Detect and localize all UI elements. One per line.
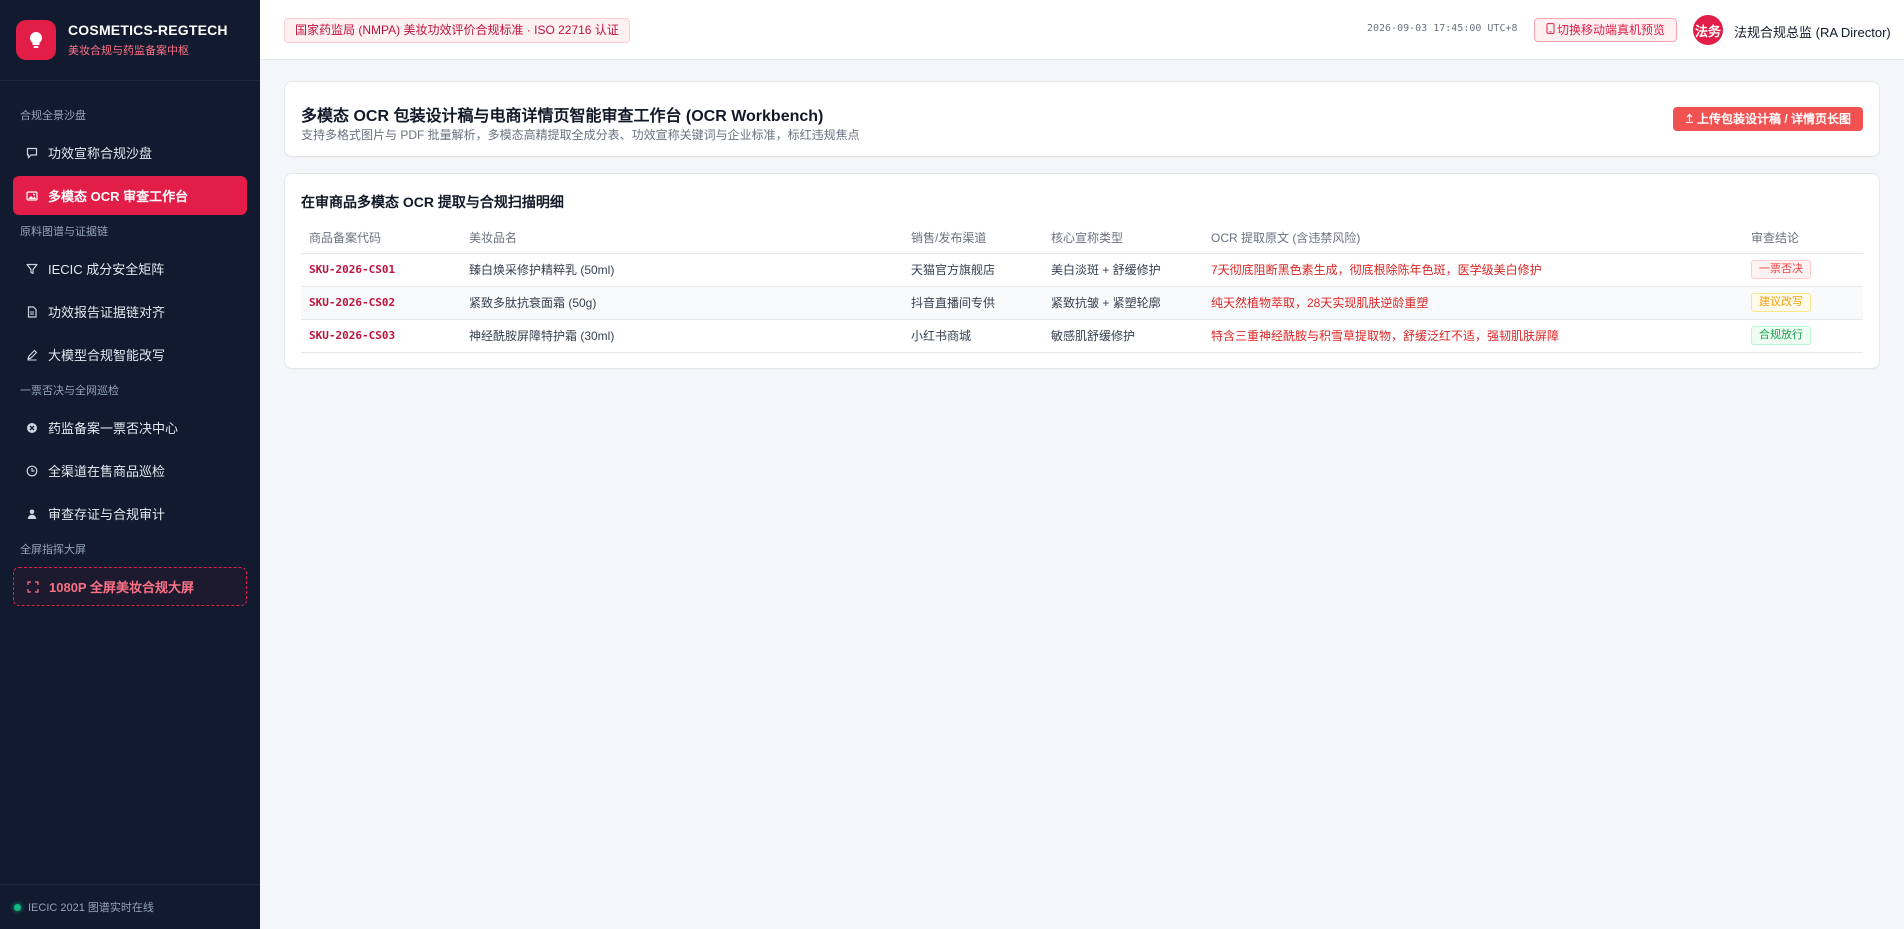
column-header-claim[interactable]: 核心宣称类型 <box>1043 223 1203 254</box>
sidebar-item-label: 大模型合规智能改写 <box>48 348 166 363</box>
clock: 2026-09-03 17:45:00 UTC+8 <box>1367 23 1518 34</box>
product-name: 紧致多肽抗衰面霜 (50g) <box>461 286 903 320</box>
avatar[interactable]: 法务 <box>1693 15 1723 45</box>
nav-section-title: 全屏指挥大屏 <box>20 544 86 556</box>
sidebar-item-label: IECIC 成分安全矩阵 <box>48 262 165 277</box>
scan-table: 商品备案代码 美妆品名 销售/发布渠道 核心宣称类型 OCR 提取原文 (含违禁… <box>301 223 1863 353</box>
chat-icon <box>25 146 39 160</box>
sales-channel: 抖音直播间专供 <box>903 286 1043 320</box>
table-row[interactable]: SKU-2026-CS01 臻白焕采修护精粹乳 (50ml) 天猫官方旗舰店 美… <box>301 253 1863 287</box>
column-header-channel[interactable]: 销售/发布渠道 <box>903 223 1043 254</box>
fullscreen-icon <box>26 580 40 594</box>
ocr-text: 特含三重神经酰胺与积雪草提取物，舒缓泛红不适，强韧肌肤屏障 <box>1203 319 1743 353</box>
verdict-badge: 建议改写 <box>1751 293 1811 312</box>
ocr-text: 7天彻底阻断黑色素生成，彻底根除陈年色斑，医学级美白修护 <box>1203 253 1743 287</box>
page-description: 支持多格式图片与 PDF 批量解析，多模态高精提取全成分表、功效宣称关键词与企业… <box>301 128 860 142</box>
status-footer: IECIC 2021 图谱实时在线 <box>0 884 260 929</box>
claim-type: 敏感肌舒缓修护 <box>1043 319 1203 353</box>
nav-section-title: 一票否决与全网巡检 <box>20 385 119 397</box>
filter-icon <box>25 262 39 276</box>
sku-code[interactable]: SKU-2026-CS02 <box>301 286 461 320</box>
sidebar-item-label: 1080P 全屏美妆合规大屏 <box>49 580 194 595</box>
top-bar: 国家药监局 (NMPA) 美妆功效评价合规标准 · ISO 22716 认证 2… <box>260 0 1904 60</box>
table-row[interactable]: SKU-2026-CS02 紧致多肽抗衰面霜 (50g) 抖音直播间专供 紧致抗… <box>301 286 1863 320</box>
ocr-text: 纯天然植物萃取，28天实现肌肤逆龄重塑 <box>1203 286 1743 320</box>
product-name: 神经酰胺屏障特护霜 (30ml) <box>461 319 903 353</box>
page-title: 多模态 OCR 包装设计稿与电商详情页智能审查工作台 (OCR Workbenc… <box>301 108 824 125</box>
sidebar-nav: 合规全景沙盘 功效宣称合规沙盘 多模态 OCR 审查工作台 原料图谱与证据链 I… <box>0 81 260 606</box>
verdict-badge: 合规放行 <box>1751 326 1811 345</box>
workbench-header-card: 多模态 OCR 包装设计稿与电商详情页智能审查工作台 (OCR Workbenc… <box>284 81 1880 157</box>
column-header-sku[interactable]: 商品备案代码 <box>301 223 461 254</box>
clock-icon <box>25 464 39 478</box>
sidebar-item-iecic-matrix[interactable]: IECIC 成分安全矩阵 <box>13 249 247 288</box>
sidebar-item-veto-center[interactable]: 药监备案一票否决中心 <box>13 408 247 447</box>
sidebar-item-claims-sandbox[interactable]: 功效宣称合规沙盘 <box>13 133 247 172</box>
scan-table-card: 在审商品多模态 OCR 提取与合规扫描明细 商品备案代码 美妆品名 销售/发布渠… <box>284 173 1880 369</box>
user-name[interactable]: 法规合规总监 (RA Director) <box>1734 22 1891 41</box>
sku-code[interactable]: SKU-2026-CS01 <box>301 253 461 287</box>
sidebar-item-channel-patrol[interactable]: 全渠道在售商品巡检 <box>13 451 247 490</box>
claim-type: 紧致抗皱 + 紧塑轮廓 <box>1043 286 1203 320</box>
brand-title: COSMETICS-REGTECH <box>68 22 228 38</box>
sidebar: COSMETICS-REGTECH 美妆合规与药监备案中枢 合规全景沙盘 功效宣… <box>0 0 260 929</box>
sidebar-item-label: 多模态 OCR 审查工作台 <box>48 189 189 204</box>
image-icon <box>25 189 39 203</box>
sales-channel: 小红书商城 <box>903 319 1043 353</box>
claim-type: 美白淡斑 + 舒缓修护 <box>1043 253 1203 287</box>
certification-badge: 国家药监局 (NMPA) 美妆功效评价合规标准 · ISO 22716 认证 <box>284 18 630 43</box>
product-name: 臻白焕采修护精粹乳 (50ml) <box>461 253 903 287</box>
sidebar-item-llm-rewrite[interactable]: 大模型合规智能改写 <box>13 335 247 374</box>
user-icon <box>25 507 39 521</box>
pen-icon <box>25 348 39 362</box>
column-header-name[interactable]: 美妆品名 <box>461 223 903 254</box>
upload-button-label: 上传包装设计稿 / 详情页长图 <box>1697 112 1852 126</box>
phone-icon <box>1546 19 1555 41</box>
sidebar-item-audit[interactable]: 审查存证与合规审计 <box>13 494 247 533</box>
column-header-verdict[interactable]: 审查结论 <box>1743 223 1863 254</box>
sidebar-item-ocr-workbench[interactable]: 多模态 OCR 审查工作台 <box>13 176 247 215</box>
upload-icon <box>1685 107 1694 131</box>
nav-section-title: 原料图谱与证据链 <box>20 226 108 238</box>
upload-button[interactable]: 上传包装设计稿 / 详情页长图 <box>1673 107 1864 131</box>
sidebar-item-evidence-chain[interactable]: 功效报告证据链对齐 <box>13 292 247 331</box>
sales-channel: 天猫官方旗舰店 <box>903 253 1043 287</box>
verdict-badge: 一票否决 <box>1751 260 1811 279</box>
sidebar-item-fullscreen-dashboard[interactable]: 1080P 全屏美妆合规大屏 <box>13 567 247 606</box>
sidebar-item-label: 功效宣称合规沙盘 <box>48 146 153 161</box>
online-status-dot <box>14 903 21 911</box>
sidebar-item-label: 功效报告证据链对齐 <box>48 305 166 320</box>
nav-section-title: 合规全景沙盘 <box>20 110 86 122</box>
sidebar-item-label: 药监备案一票否决中心 <box>48 421 179 436</box>
status-text: IECIC 2021 图谱实时在线 <box>28 902 154 914</box>
brand-subtitle: 美妆合规与药监备案中枢 <box>68 45 189 57</box>
sidebar-item-label: 全渠道在售商品巡检 <box>48 464 166 479</box>
table-row[interactable]: SKU-2026-CS03 神经酰胺屏障特护霜 (30ml) 小红书商城 敏感肌… <box>301 319 1863 353</box>
x-circle-icon <box>25 421 39 435</box>
column-header-ocr[interactable]: OCR 提取原文 (含违禁风险) <box>1203 223 1743 254</box>
document-icon <box>25 305 39 319</box>
table-title: 在审商品多模态 OCR 提取与合规扫描明细 <box>301 194 564 210</box>
sku-code[interactable]: SKU-2026-CS03 <box>301 319 461 353</box>
lightbulb-icon <box>16 20 56 60</box>
table-header-row: 商品备案代码 美妆品名 销售/发布渠道 核心宣称类型 OCR 提取原文 (含违禁… <box>301 223 1863 254</box>
brand: COSMETICS-REGTECH 美妆合规与药监备案中枢 <box>0 0 260 81</box>
mobile-preview-button[interactable]: 切换移动端真机预览 <box>1534 18 1678 42</box>
sidebar-item-label: 审查存证与合规审计 <box>48 507 166 522</box>
mobile-preview-label: 切换移动端真机预览 <box>1557 23 1666 37</box>
